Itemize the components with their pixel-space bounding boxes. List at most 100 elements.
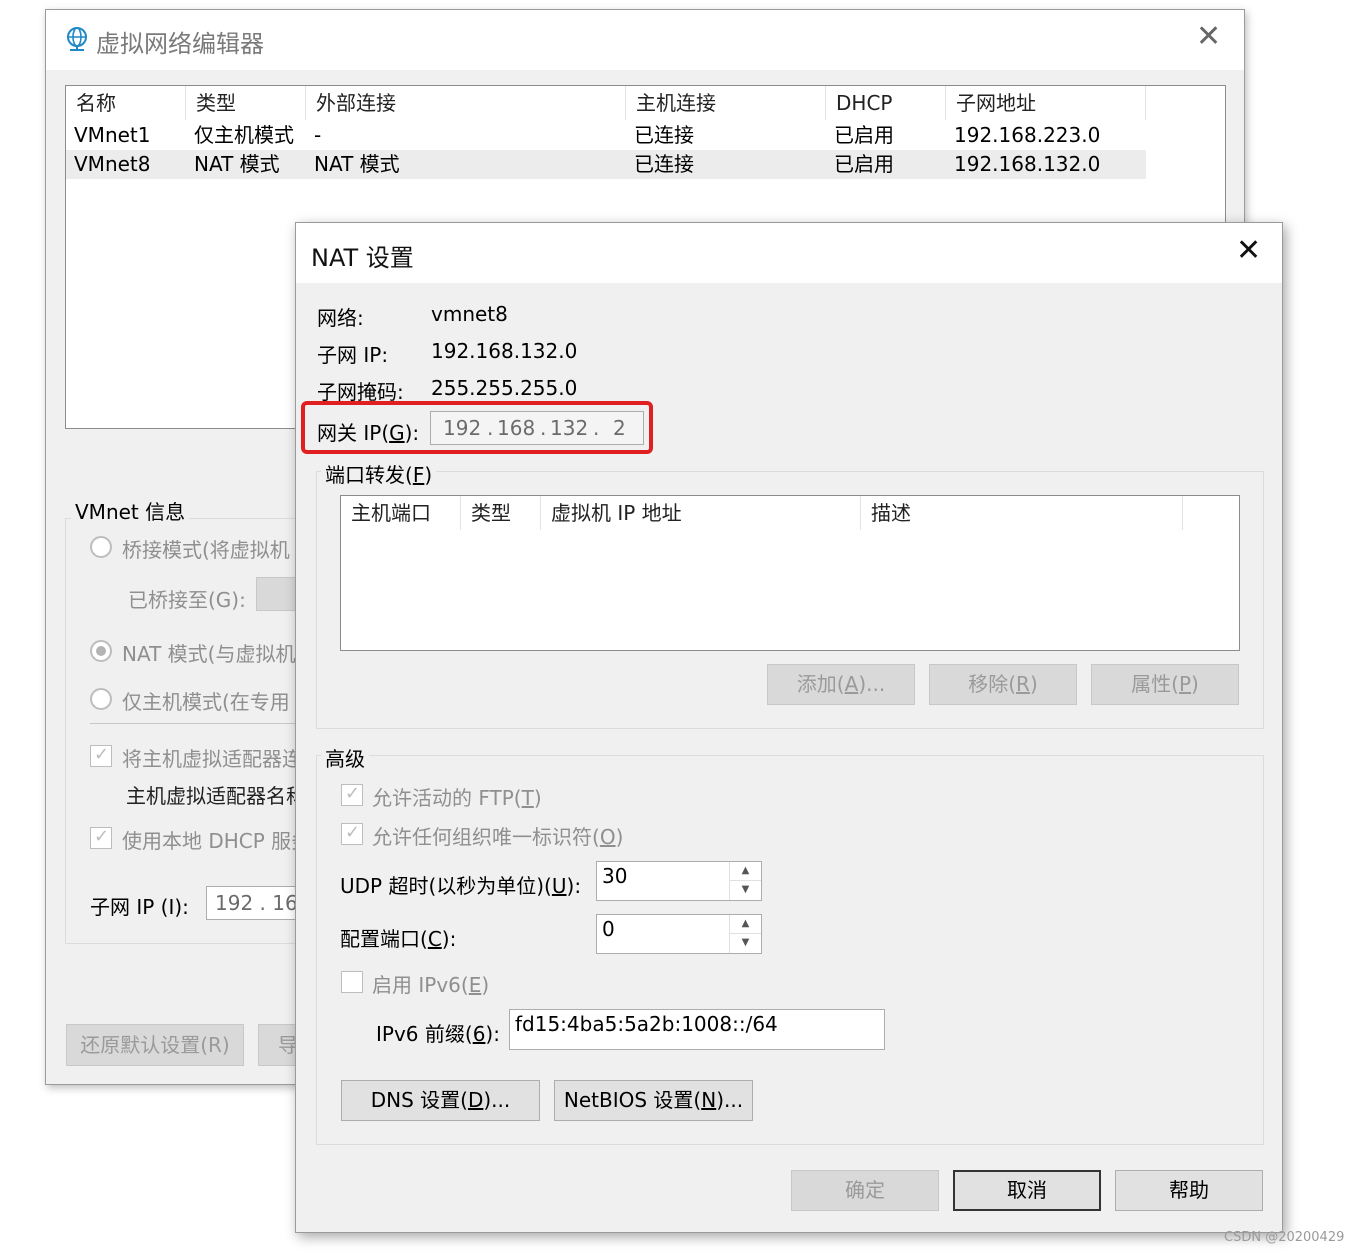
nat-close-icon[interactable]: ✕ [1236,236,1261,266]
remove-button[interactable]: 移除(R) [929,664,1077,705]
col-subnet[interactable]: 子网地址 [946,86,1146,120]
config-port-stepper[interactable]: 0 ▲ ▼ [596,914,762,954]
row-cell: 仅主机模式 [194,123,294,147]
ftp-text: 允许活动的 FTP( [372,786,522,810]
nat-titlebar: NAT 设置 ✕ [296,223,1282,283]
config-port-value: 0 [602,917,615,941]
bridged-radio[interactable] [90,536,112,558]
table-row[interactable]: VMnet8 NAT 模式 NAT 模式 已连接 已启用 192.168.132… [66,150,1146,179]
ip-octet: 168 [497,416,536,440]
cancel-button[interactable]: 取消 [953,1170,1101,1211]
spin-down-icon[interactable]: ▼ [730,881,761,900]
cfg-end: ): [441,927,457,951]
use-dhcp-label: 使用本地 DHCP 服务 [122,829,312,853]
subnet-ip-value: 192.168.132.0 [431,339,578,363]
dns-end: )... [483,1088,511,1112]
remove-text: 移除( [968,672,1017,696]
props-key: P [1178,672,1192,696]
advanced-label: 高级 [321,743,369,772]
globe-icon [67,27,87,51]
add-text: 添加( [796,672,845,696]
active-ftp-checkbox[interactable] [341,783,363,806]
nat-label: NAT 模式(与虚拟机 [122,642,296,666]
any-oui-checkbox[interactable] [341,822,363,845]
dns-key: D [467,1088,484,1112]
row-cell: 已连接 [634,152,694,176]
col-external[interactable]: 外部连接 [306,86,626,120]
udp-end: ): [566,874,582,898]
ipv6-end: ) [481,973,490,997]
col-dhcp[interactable]: DHCP [826,86,946,120]
row-cell: NAT 模式 [194,152,280,176]
active-ftp-label: 允许活动的 FTP(T) [372,782,542,811]
properties-button[interactable]: 属性(P) [1091,664,1239,705]
col-host[interactable]: 主机连接 [626,86,826,120]
ip-octet: 192 [443,416,482,440]
enable-ipv6-checkbox[interactable] [341,971,363,993]
col-name[interactable]: 名称 [66,86,186,120]
prefix-key: 6 [472,1022,486,1046]
col-type[interactable]: 类型 [186,86,306,120]
udp-timeout-label: UDP 超时(以秒为单位)(U): [340,870,581,899]
add-button[interactable]: 添加(A)... [767,664,915,705]
subnet-ip-label: 子网 IP (I): [90,895,189,919]
ftp-end: ) [533,786,542,810]
gateway-label-key: G [389,421,405,445]
oui-text: 允许任何组织唯一标识符( [372,825,600,849]
port-forward-label: 端口转发(F) [321,459,437,488]
udp-text: UDP 超时(以秒为单位)( [340,874,552,898]
ftp-key: T [521,786,534,810]
port-forward-list[interactable]: 主机端口 类型 虚拟机 IP 地址 描述 [340,495,1240,651]
use-dhcp-checkbox[interactable] [90,826,112,849]
pf-label-text: 端口转发( [325,463,413,487]
ok-button[interactable]: 确定 [791,1170,939,1211]
editor-close-icon[interactable]: ✕ [1196,22,1221,52]
network-list-header: 名称 类型 外部连接 主机连接 DHCP 子网地址 [66,86,1146,120]
any-oui-label: 允许任何组织唯一标识符(O) [372,821,623,850]
hostonly-radio[interactable] [90,688,112,710]
add-key: A [844,672,859,696]
udp-key: U [551,874,567,898]
udp-timeout-stepper[interactable]: 30 ▲ ▼ [596,861,762,901]
row-cell: 已连接 [634,123,694,147]
table-row[interactable]: VMnet1 仅主机模式 - 已连接 已启用 192.168.223.0 [66,121,1146,150]
connect-adapter-label: 将主机虚拟适配器连 [122,747,302,771]
network-label: 网络: [317,306,364,330]
ipv6-prefix-label: IPv6 前缀(6): [376,1018,500,1047]
help-button[interactable]: 帮助 [1115,1170,1263,1211]
row-cell: NAT 模式 [314,152,400,176]
subnet-mask-value: 255.255.255.0 [431,376,578,400]
bridged-to-label: 已桥接至(G): [128,588,246,612]
udp-timeout-value: 30 [602,864,628,888]
netbios-settings-button[interactable]: NetBIOS 设置(N)... [554,1080,753,1121]
ip-dot: . [487,416,494,440]
dns-text: DNS 设置( [370,1088,468,1112]
pf-col-type[interactable]: 类型 [461,496,541,530]
pf-label-end: ) [424,463,433,487]
gateway-label: 网关 IP(G): [317,417,419,446]
spin-up-icon[interactable]: ▲ [730,915,761,934]
cfg-key: C [427,927,442,951]
restore-defaults-button[interactable]: 还原默认设置(R) [66,1024,244,1066]
pf-col-host-port[interactable]: 主机端口 [341,496,461,530]
pf-col-desc[interactable]: 描述 [861,496,1183,530]
ip-dot: . [540,416,547,440]
connect-adapter-checkbox[interactable] [90,744,112,767]
spin-down-icon[interactable]: ▼ [730,934,761,953]
row-cell: 192.168.223.0 [954,123,1101,147]
spin-up-icon[interactable]: ▲ [730,862,761,881]
dns-settings-button[interactable]: DNS 设置(D)... [341,1080,540,1121]
props-text: 属性( [1131,672,1179,696]
stepper-arrows: ▲ ▼ [729,862,761,900]
nat-radio[interactable] [90,640,112,662]
pf-col-vm-ip[interactable]: 虚拟机 IP 地址 [541,496,861,530]
netbios-text: NetBIOS 设置( [563,1088,702,1112]
ip-dot: . [593,416,600,440]
add-end: )... [858,672,886,696]
gateway-ip-field[interactable]: 192 . 168 . 132 . 2 [430,411,644,445]
ipv6-key: E [468,973,482,997]
ip-octet: 2 [613,416,626,440]
ipv6-prefix-field[interactable]: fd15:4ba5:5a2b:1008::/64 [509,1009,885,1050]
ip-octet: 132 [550,416,589,440]
vmnet-info-label: VMnet 信息 [71,496,190,525]
